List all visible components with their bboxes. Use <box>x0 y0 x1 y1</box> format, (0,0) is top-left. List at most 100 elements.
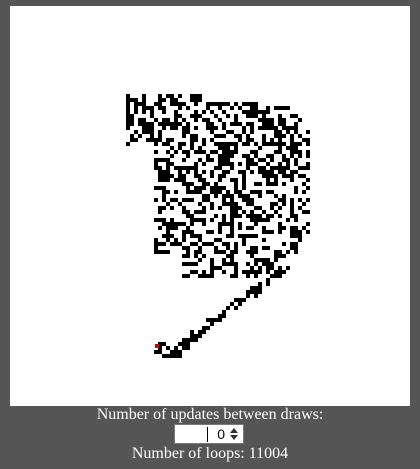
live-cell <box>178 106 182 110</box>
live-cell <box>218 222 222 226</box>
live-cell <box>198 234 202 238</box>
live-cell <box>246 226 250 230</box>
live-cell <box>182 338 186 342</box>
live-cell <box>230 226 234 230</box>
live-cell <box>282 122 286 126</box>
live-cell <box>242 142 246 146</box>
live-cell <box>258 206 262 210</box>
live-cell <box>290 114 294 118</box>
live-cell <box>202 274 206 278</box>
live-cell <box>202 178 206 182</box>
live-cell <box>194 210 198 214</box>
live-cell <box>294 218 298 222</box>
live-cell <box>218 250 222 254</box>
live-cell <box>254 114 258 118</box>
live-cell <box>250 198 254 202</box>
live-cell <box>166 354 170 358</box>
live-cell <box>278 142 282 146</box>
live-cell <box>226 194 230 198</box>
live-cell <box>250 266 254 270</box>
live-cell <box>186 210 190 214</box>
live-cell <box>294 230 298 234</box>
live-cell <box>154 162 158 166</box>
live-cell <box>182 182 186 186</box>
live-cell <box>302 138 306 142</box>
live-cell <box>234 142 238 146</box>
updates-input[interactable] <box>177 426 225 442</box>
live-cell <box>230 222 234 226</box>
updates-stepper[interactable] <box>174 424 244 444</box>
live-cell <box>266 270 270 274</box>
live-cell <box>162 174 166 178</box>
live-cell <box>270 166 274 170</box>
live-cell <box>158 102 162 106</box>
live-cell <box>254 182 258 186</box>
live-cell <box>294 142 298 146</box>
live-cell <box>182 142 186 146</box>
live-cell <box>186 250 190 254</box>
live-cell <box>290 146 294 150</box>
live-cell <box>210 206 214 210</box>
live-cell <box>214 150 218 154</box>
chevron-up-icon[interactable] <box>230 428 238 433</box>
live-cell <box>286 166 290 170</box>
live-cell <box>174 346 178 350</box>
live-cell <box>158 186 162 190</box>
live-cell <box>134 110 138 114</box>
live-cell <box>138 122 142 126</box>
live-cell <box>142 94 146 98</box>
live-cell <box>158 174 162 178</box>
live-cell <box>222 162 226 166</box>
live-cell <box>210 102 214 106</box>
live-cell <box>190 134 194 138</box>
live-cell <box>142 102 146 106</box>
live-cell <box>306 162 310 166</box>
live-cell <box>218 314 222 318</box>
live-cell <box>262 138 266 142</box>
live-cell <box>250 210 254 214</box>
live-cell <box>218 266 222 270</box>
live-cell <box>234 250 238 254</box>
live-cell <box>210 266 214 270</box>
live-cell <box>202 218 206 222</box>
live-cell <box>190 98 194 102</box>
live-cell <box>166 178 170 182</box>
live-cell <box>182 222 186 226</box>
live-cell <box>134 102 138 106</box>
live-cell <box>230 162 234 166</box>
live-cell <box>266 282 270 286</box>
live-cell <box>254 142 258 146</box>
live-cell <box>270 174 274 178</box>
live-cell <box>190 262 194 266</box>
live-cell <box>150 106 154 110</box>
live-cell <box>282 106 286 110</box>
live-cell <box>298 118 302 122</box>
live-cell <box>278 166 282 170</box>
live-cell <box>286 158 290 162</box>
live-cell <box>206 106 210 110</box>
live-cell <box>238 138 242 142</box>
spinner-buttons[interactable] <box>227 426 241 442</box>
live-cell <box>218 134 222 138</box>
live-cell <box>258 270 262 274</box>
live-cell <box>246 162 250 166</box>
live-cell <box>130 118 134 122</box>
live-cell <box>294 250 298 254</box>
live-cell <box>246 294 250 298</box>
live-cell <box>230 142 234 146</box>
live-cell <box>226 202 230 206</box>
live-cell <box>166 138 170 142</box>
live-cell <box>198 94 202 98</box>
chevron-down-icon[interactable] <box>230 435 238 440</box>
live-cell <box>266 170 270 174</box>
live-cell <box>146 138 150 142</box>
live-cell <box>246 158 250 162</box>
live-cell <box>302 226 306 230</box>
live-cell <box>246 290 250 294</box>
live-cell <box>222 134 226 138</box>
live-cell <box>174 150 178 154</box>
live-cell <box>254 162 258 166</box>
live-cell <box>126 110 130 114</box>
live-cell <box>262 262 266 266</box>
live-cell <box>194 250 198 254</box>
